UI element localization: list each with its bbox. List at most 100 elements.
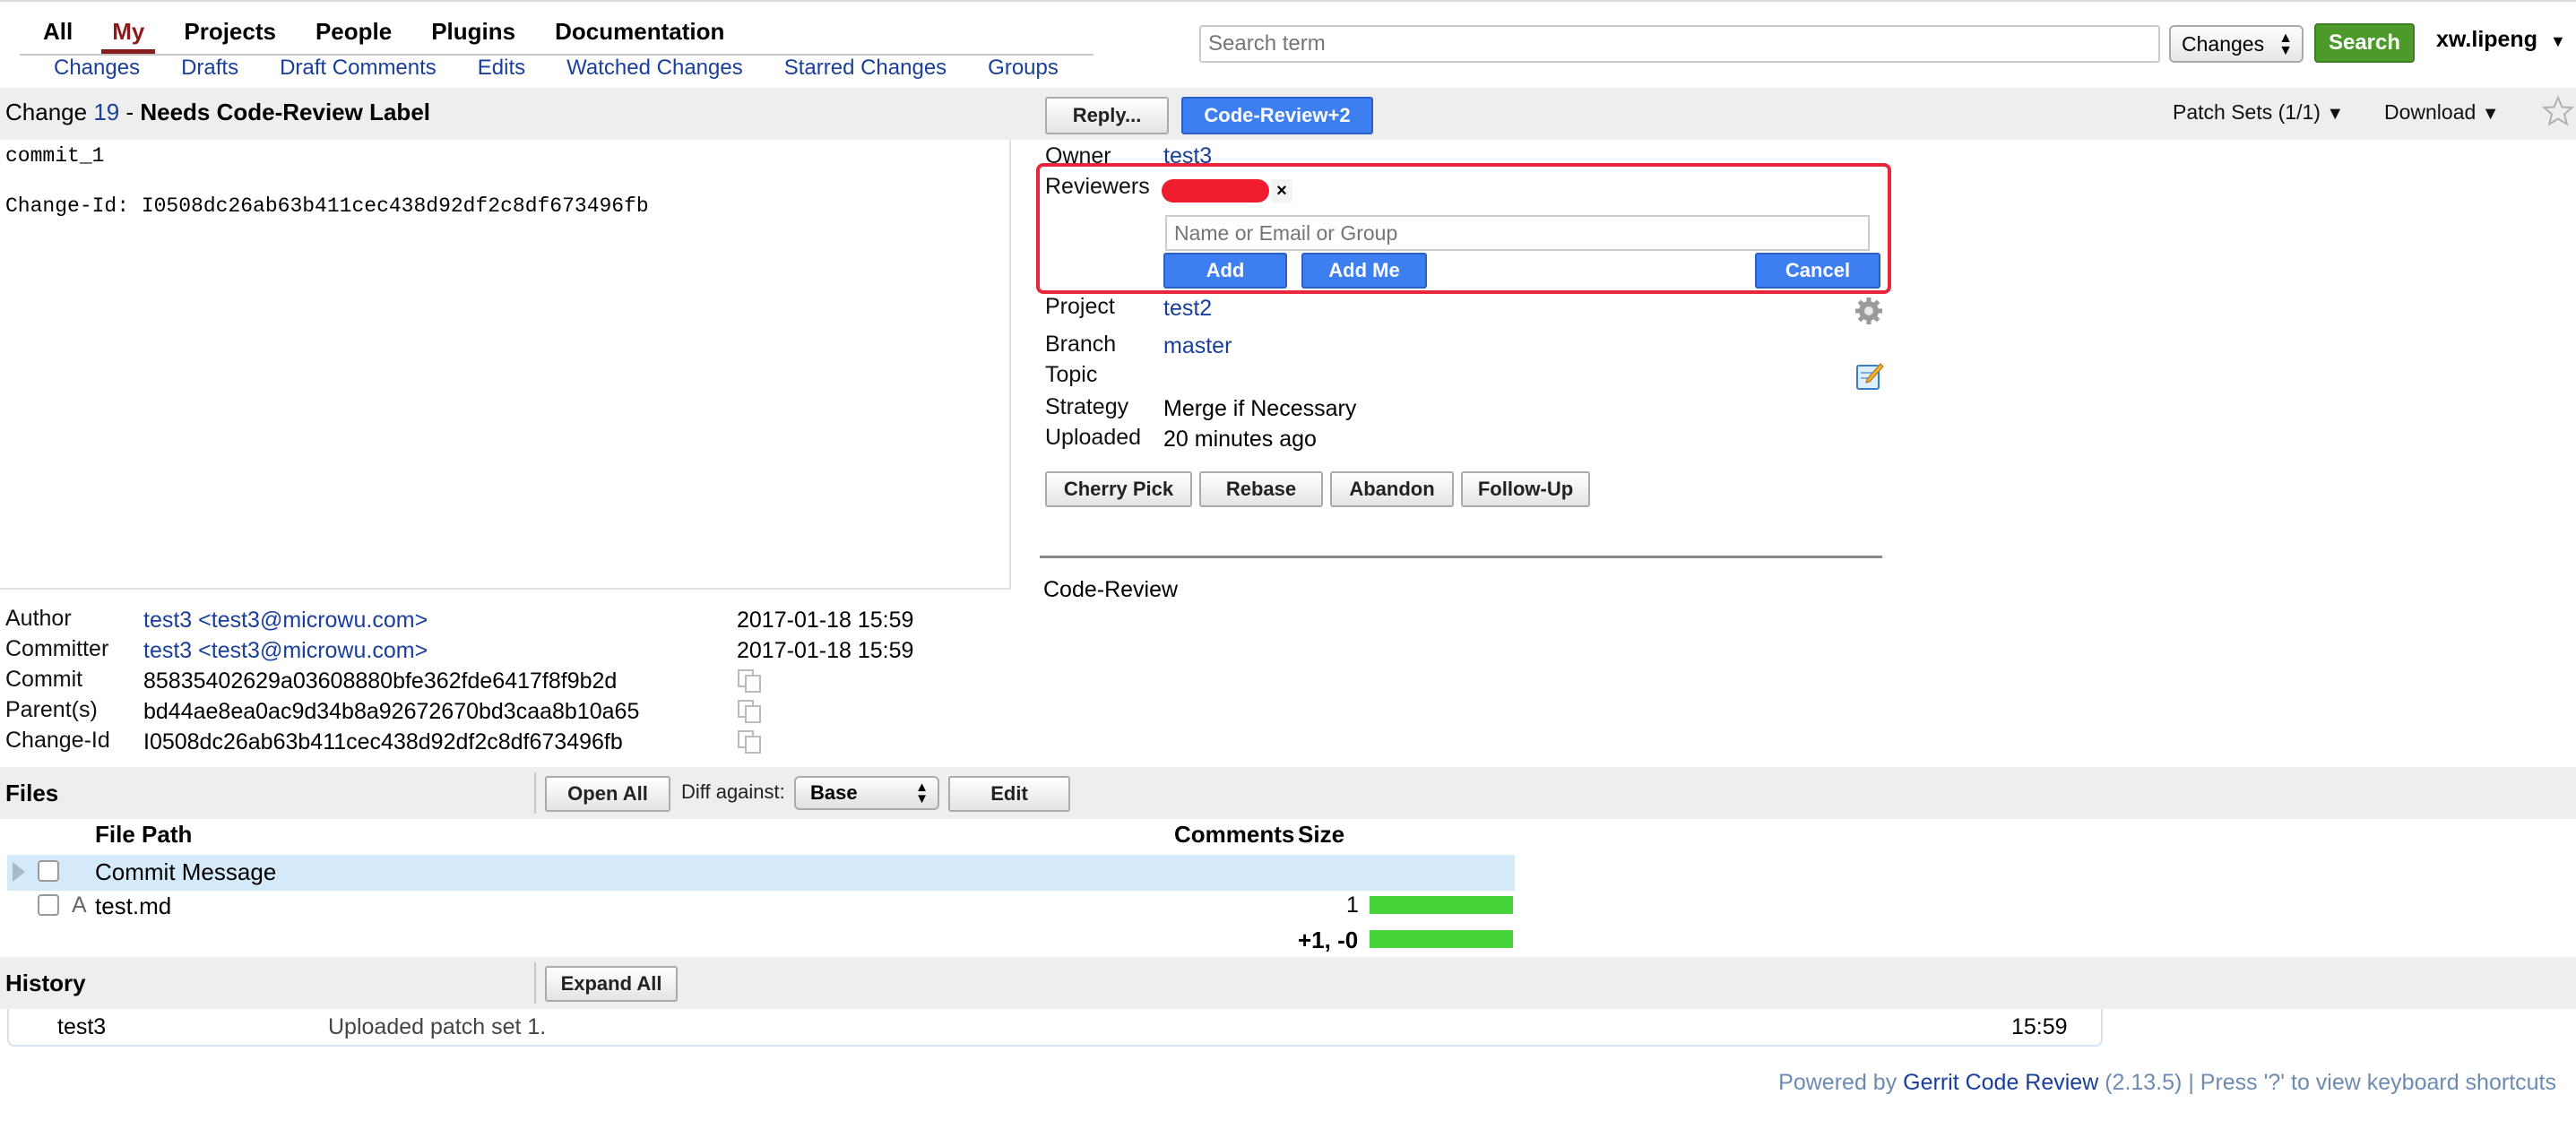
change-number[interactable]: 19 <box>93 99 119 125</box>
submenu-changes[interactable]: Changes <box>34 56 161 81</box>
history-author: test3 <box>57 1014 107 1039</box>
submenu-edits[interactable]: Edits <box>458 56 547 81</box>
total-size-bar <box>1370 930 1513 948</box>
updown-arrow-icon: ▲ ▼ <box>915 780 929 806</box>
code-review-label: Code-Review <box>1043 577 1179 602</box>
committer-date: 2017-01-18 15:59 <box>737 638 914 663</box>
file-path-link[interactable]: test.md <box>95 892 171 920</box>
branch-label: Branch <box>1045 332 1117 357</box>
menu-plugins[interactable]: Plugins <box>411 14 535 50</box>
menu-projects[interactable]: Projects <box>164 14 296 50</box>
file-size: 1 <box>1346 892 1359 918</box>
branch-link[interactable]: master <box>1163 333 1232 359</box>
history-entry[interactable]: test3 Uploaded patch set 1. 15:59 <box>7 1009 2103 1047</box>
strategy-label: Strategy <box>1045 394 1129 419</box>
cancel-reviewer-button[interactable]: Cancel <box>1755 253 1880 289</box>
diff-against-label: Diff against: <box>681 780 785 803</box>
download-dropdown[interactable]: Download ▼ <box>2384 100 2499 125</box>
change-id-value: I0508dc26ab63b411cec438d92df2c8df673496f… <box>143 729 623 754</box>
file-status: A <box>72 892 87 918</box>
change-title: Change 19 - Needs Code-Review Label <box>5 99 430 126</box>
labels-divider <box>1040 556 1882 558</box>
history-title: History <box>5 970 86 996</box>
top-navigation: All My Projects People Plugins Documenta… <box>0 0 2576 88</box>
footer: Powered by Gerrit Code Review (2.13.5) |… <box>1778 1070 2556 1096</box>
chevron-down-icon: ▼ <box>2481 104 2500 124</box>
search-scope-select[interactable]: Changes ▲ ▼ <box>2169 25 2304 63</box>
reviewed-checkbox[interactable] <box>38 860 59 882</box>
commit-hash: 85835402629a03608880bfe362fde6417f8f9b2d <box>143 668 618 694</box>
submenu-draft-comments[interactable]: Draft Comments <box>260 56 458 81</box>
commit-label: Commit <box>5 667 83 692</box>
expand-triangle-icon[interactable] <box>13 862 25 882</box>
change-id-label: Change-Id <box>5 728 110 753</box>
cherry-pick-button[interactable]: Cherry Pick <box>1045 471 1192 507</box>
add-reviewer-button[interactable]: Add <box>1163 253 1287 289</box>
abandon-button[interactable]: Abandon <box>1330 471 1454 507</box>
uploaded-value: 20 minutes ago <box>1163 427 1317 452</box>
topic-label: Topic <box>1045 362 1098 387</box>
committer-link[interactable]: test3 <test3@microwu.com> <box>143 638 428 664</box>
edit-topic-icon[interactable] <box>1855 362 1884 391</box>
search-scope-value: Changes <box>2182 32 2265 56</box>
menu-all[interactable]: All <box>20 14 92 50</box>
commit-message-border <box>0 588 1011 590</box>
author-link[interactable]: test3 <test3@microwu.com> <box>143 608 428 634</box>
reviewer-chip[interactable] <box>1162 179 1269 203</box>
submenu-starred-changes[interactable]: Starred Changes <box>765 56 968 81</box>
star-icon[interactable] <box>2542 95 2574 127</box>
files-header: Files Open All Diff against: Base ▲ ▼ Edi… <box>0 767 2576 819</box>
follow-up-button[interactable]: Follow-Up <box>1461 471 1590 507</box>
submenu-groups[interactable]: Groups <box>968 56 1080 81</box>
comments-header: Comments <box>1174 821 1295 848</box>
project-label: Project <box>1045 294 1115 319</box>
gear-icon[interactable] <box>1854 296 1884 326</box>
open-all-button[interactable]: Open All <box>545 776 670 812</box>
chevron-down-icon: ▼ <box>2549 32 2566 50</box>
file-path-link[interactable]: Commit Message <box>95 858 276 886</box>
sub-menu: Changes Drafts Draft Comments Edits Watc… <box>34 56 1080 81</box>
search-button[interactable]: Search <box>2314 23 2415 63</box>
diff-against-select[interactable]: Base ▲ ▼ <box>794 776 939 810</box>
gerrit-link[interactable]: Gerrit Code Review <box>1903 1070 2098 1095</box>
copy-icon[interactable] <box>737 729 764 754</box>
reviewers-label: Reviewers <box>1045 174 1150 199</box>
commit-message: commit_1 Change-Id: I0508dc26ab63b411cec… <box>5 144 649 218</box>
history-message: Uploaded patch set 1. <box>328 1014 547 1039</box>
reviewer-input[interactable] <box>1165 215 1870 251</box>
search-input[interactable] <box>1199 25 2160 63</box>
submenu-drafts[interactable]: Drafts <box>161 56 260 81</box>
code-review-plus2-button[interactable]: Code-Review+2 <box>1181 97 1373 134</box>
author-date: 2017-01-18 15:59 <box>737 608 914 633</box>
files-title: Files <box>5 780 59 806</box>
main-menu: All My Projects People Plugins Documenta… <box>20 14 744 54</box>
parent-label: Parent(s) <box>5 697 98 722</box>
project-link[interactable]: test2 <box>1163 296 1212 322</box>
history-time: 15:59 <box>2011 1014 2068 1039</box>
size-bar <box>1370 896 1513 914</box>
patch-sets-dropdown[interactable]: Patch Sets (1/1) ▼ <box>2173 100 2344 125</box>
menu-people[interactable]: People <box>296 14 411 50</box>
edit-files-button[interactable]: Edit <box>948 776 1070 812</box>
chevron-down-icon: ▼ <box>2326 104 2345 124</box>
copy-icon[interactable] <box>737 668 764 694</box>
change-prefix: Change <box>5 99 88 125</box>
menu-my[interactable]: My <box>92 14 164 54</box>
user-menu[interactable]: xw.lipeng ▼ <box>2436 27 2566 53</box>
updown-arrow-icon: ▲ ▼ <box>2278 30 2293 58</box>
patch-sets-label: Patch Sets (1/1) <box>2173 100 2321 124</box>
add-me-button[interactable]: Add Me <box>1301 253 1427 289</box>
reviewed-checkbox[interactable] <box>38 894 59 916</box>
menu-documentation[interactable]: Documentation <box>535 14 744 50</box>
submenu-watched-changes[interactable]: Watched Changes <box>547 56 765 81</box>
copy-icon[interactable] <box>737 699 764 724</box>
band-separator <box>534 772 536 814</box>
remove-reviewer-icon[interactable]: × <box>1271 179 1292 203</box>
expand-all-button[interactable]: Expand All <box>545 966 678 1002</box>
reply-button[interactable]: Reply... <box>1045 97 1169 134</box>
strategy-value: Merge if Necessary <box>1163 396 1357 421</box>
rebase-button[interactable]: Rebase <box>1199 471 1323 507</box>
total-delta: +1, -0 <box>1298 927 1359 953</box>
change-header: Change 19 - Needs Code-Review Label Repl… <box>0 88 2576 140</box>
parent-hash: bd44ae8ea0ac9d34b8a92672670bd3caa8b10a65 <box>143 699 640 724</box>
